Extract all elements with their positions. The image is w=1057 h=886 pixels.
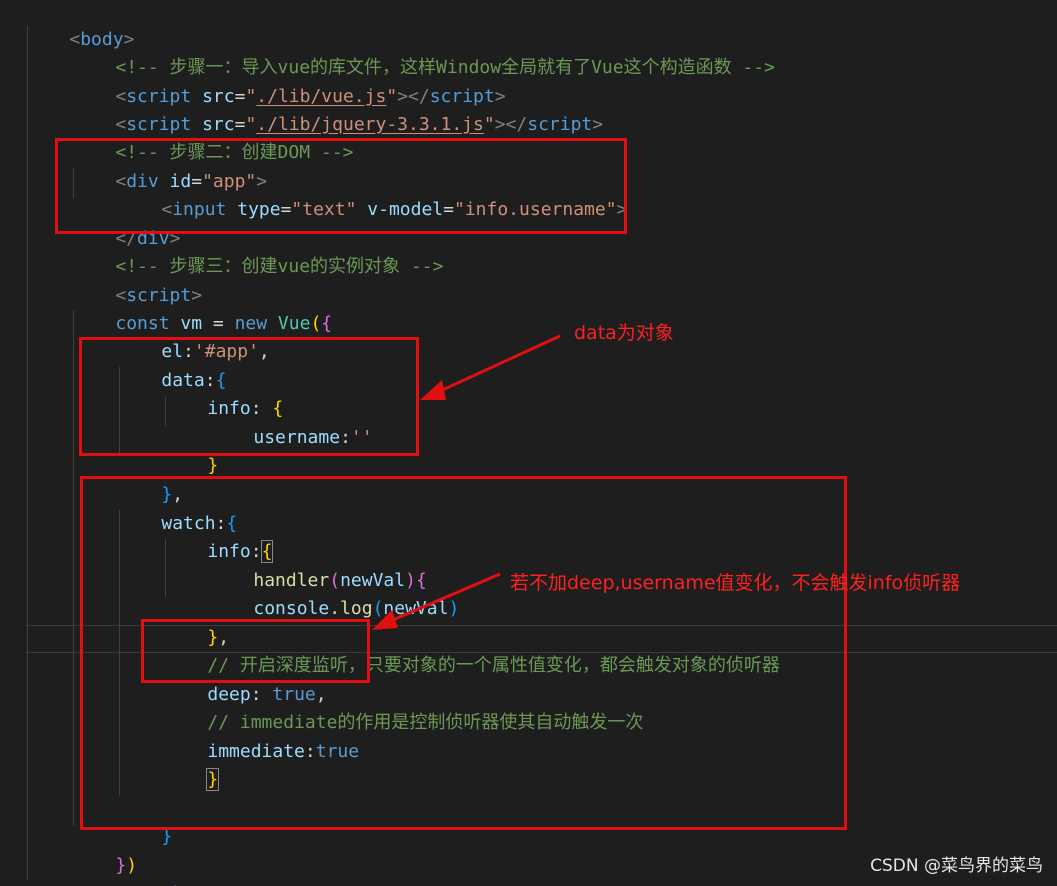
annotation-deep-note: 若不加deep,username值变化，不会触发info侦听器 [510, 572, 961, 594]
code-line[interactable]: </div> [0, 197, 1057, 249]
code-editor[interactable]: <body> <!-- 步骤一：导入vue的库文件，这样Window全局就有了V… [0, 0, 1057, 886]
code-line[interactable]: <input type="text" v-model="info.usernam… [0, 168, 1057, 220]
code-line[interactable]: <div id="app"> [0, 140, 1057, 192]
code-line[interactable]: }, [0, 453, 1057, 505]
code-line[interactable]: } [0, 424, 1057, 476]
annotation-data-note: data为对象 [574, 322, 674, 344]
code-line[interactable]: }, [0, 596, 1057, 648]
code-line[interactable]: } [0, 795, 1057, 847]
code-line[interactable]: immediate:true [0, 710, 1057, 762]
code-line[interactable]: }) [0, 824, 1057, 876]
code-line[interactable]: el:'#app', [0, 310, 1057, 362]
csdn-watermark: CSDN @菜鸟界的菜鸟 [870, 856, 1043, 876]
code-line[interactable]: <!-- 步骤二：创建DOM --> [0, 111, 1057, 163]
code-line[interactable]: } [0, 738, 1057, 791]
code-line[interactable]: username:'' [0, 396, 1057, 448]
code-line[interactable]: handler(newVal){ [0, 539, 1057, 591]
code-line[interactable]: info: { [0, 367, 1057, 419]
code-line[interactable]: <!-- 步骤一：导入vue的库文件，这样Window全局就有了Vue这个构造函… [0, 26, 1057, 78]
code-line[interactable]: <script> [0, 254, 1057, 306]
code-line[interactable]: // 开启深度监听，只要对象的一个属性值变化，都会触发对象的侦听器 [0, 624, 1057, 676]
code-line[interactable]: <!-- 步骤三：创建vue的实例对象 --> [0, 225, 1057, 277]
matched-bracket: } [206, 768, 220, 791]
code-line[interactable]: data:{ [0, 339, 1057, 391]
code-line[interactable]: <script src="./lib/jquery-3.3.1.js"></sc… [0, 83, 1057, 135]
code-line[interactable]: info:{ [0, 510, 1057, 563]
code-line[interactable]: <body> [0, 0, 1057, 50]
code-line[interactable]: // immediate的作用是控制侦听器使其自动触发一次 [0, 681, 1057, 733]
code-line[interactable]: deep: true, [0, 653, 1057, 705]
code-line[interactable]: <script src="./lib/vue.js"></script> [0, 55, 1057, 107]
code-line[interactable]: watch:{ [0, 482, 1057, 534]
code-line[interactable]: const vm = new Vue({ [0, 282, 1057, 334]
